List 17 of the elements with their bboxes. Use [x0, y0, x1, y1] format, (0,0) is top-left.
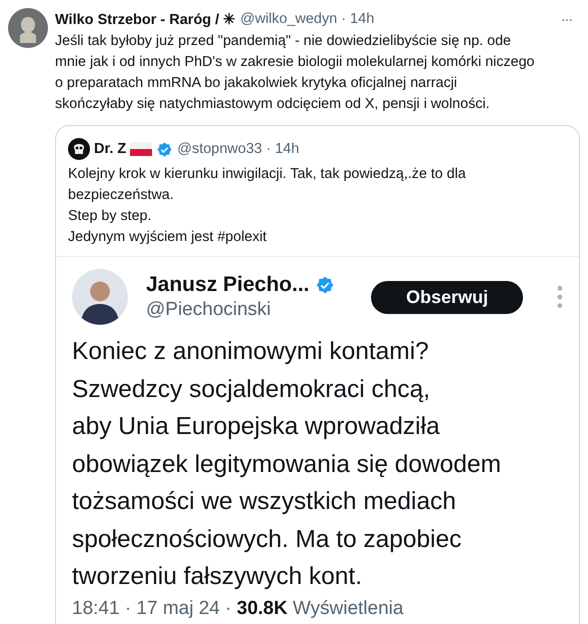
author-meta: @wilko_wedyn · 14h [240, 11, 374, 27]
avatar-icon [72, 269, 128, 325]
flag-icon [130, 142, 152, 156]
tweet-text: Jeśli tak byłoby już przed "pandemią" - nie dowiedzielibyście się np. ode mnie jak i od innych PhD's w zakresie biologii molekularnej komórki niczego o preparatach mmRNA bo jakakolwiek krytyka oficjalnej narracji skończyłaby się natychmiastowym odcięciem od X, pensji i wolności. [55, 32, 536, 114]
author-name: Janusz Piecho... [146, 273, 310, 297]
quote-text: Kolejny krok w kierunku inwigilacji. Tak, tak powiedzą,.że to dla bezpieczeństwa. Step by step. Jedynym wyjściem jest #polexit [67, 165, 467, 247]
author-name[interactable]: Dr. Z [94, 141, 126, 157]
embedded-tweet-text: Koniec z anonimowymi kontami? Szwedzcy socjaldemokraci chcą, aby Unia Europejska wprowadziła obowiązek legitymowania się dowodem tożsamości we wszystkich mediach społecznościowych. Ma to zapobiec tworzeniu fałszywych kont. [72, 337, 502, 592]
quoted-tweet-card[interactable] [55, 125, 580, 624]
more-button[interactable]: ··· [561, 11, 580, 27]
follow-button[interactable]: Obserwuj [371, 280, 524, 314]
author-meta: @stopnwo33 · 14h [177, 141, 300, 157]
avatar-icon[interactable] [8, 8, 48, 48]
author-name[interactable]: Wilko Strzebor - Raróg / ✳ [55, 10, 236, 28]
avatar-icon [68, 138, 90, 160]
author-handle: @Piechocinski [146, 299, 272, 321]
tweet-footer: 18:41 · 17 maj 24 · 30.8K Wyświetlenia [72, 598, 563, 620]
